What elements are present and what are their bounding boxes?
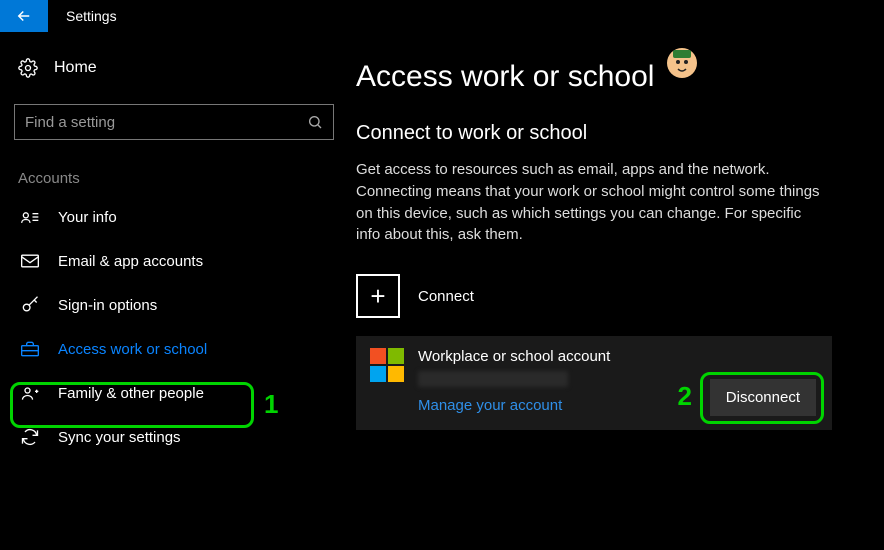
sidebar-item-access-work[interactable]: Access work or school: [14, 327, 338, 371]
sidebar-item-signin[interactable]: Sign-in options: [14, 283, 338, 327]
sidebar-item-label: Email & app accounts: [58, 253, 203, 270]
account-title: Workplace or school account: [418, 348, 610, 365]
page-title: Access work or school: [356, 60, 860, 94]
mail-icon: [20, 253, 40, 269]
sidebar-item-sync[interactable]: Sync your settings: [14, 415, 338, 459]
home-label: Home: [54, 59, 97, 77]
people-plus-icon: [20, 384, 40, 402]
disconnect-button[interactable]: Disconnect: [710, 379, 816, 416]
titlebar: Settings: [0, 0, 884, 32]
arrow-left-icon: [15, 7, 33, 25]
account-identifier-redacted: [418, 371, 568, 387]
connect-button[interactable]: + Connect: [356, 274, 860, 318]
home-button[interactable]: Home: [14, 50, 338, 86]
back-button[interactable]: [0, 0, 48, 32]
window-title: Settings: [66, 8, 117, 24]
sidebar-item-email[interactable]: Email & app accounts: [14, 239, 338, 283]
sidebar-item-label: Your info: [58, 209, 117, 226]
connect-label: Connect: [418, 288, 474, 305]
section-label-accounts: Accounts: [14, 170, 338, 187]
manage-account-link[interactable]: Manage your account: [418, 397, 610, 414]
search-icon: [307, 114, 323, 130]
search-placeholder: Find a setting: [25, 114, 115, 131]
sidebar-item-your-info[interactable]: Your info: [14, 195, 338, 239]
annotation-marker-1: 1: [264, 389, 278, 420]
plus-icon: +: [356, 274, 400, 318]
description: Get access to resources such as email, a…: [356, 159, 826, 246]
briefcase-icon: [20, 340, 40, 358]
sidebar-item-label: Sync your settings: [58, 429, 181, 446]
sync-icon: [20, 427, 40, 447]
person-card-icon: [20, 208, 40, 226]
sidebar-item-label: Family & other people: [58, 385, 204, 402]
search-input[interactable]: Find a setting: [14, 104, 334, 140]
sidebar-item-family[interactable]: Family & other people: [14, 371, 338, 415]
annotation-marker-2: 2: [678, 381, 692, 412]
main-content: Access work or school Connect to work or…: [352, 32, 884, 550]
sidebar-item-label: Access work or school: [58, 341, 207, 358]
gear-icon: [18, 58, 38, 78]
key-icon: [20, 295, 40, 315]
sidebar-item-label: Sign-in options: [58, 297, 157, 314]
sub-title: Connect to work or school: [356, 122, 860, 145]
account-card[interactable]: Workplace or school account Manage your …: [356, 336, 832, 430]
sidebar: Home Find a setting Accounts Your info E…: [0, 32, 352, 550]
microsoft-logo-icon: [370, 348, 404, 382]
